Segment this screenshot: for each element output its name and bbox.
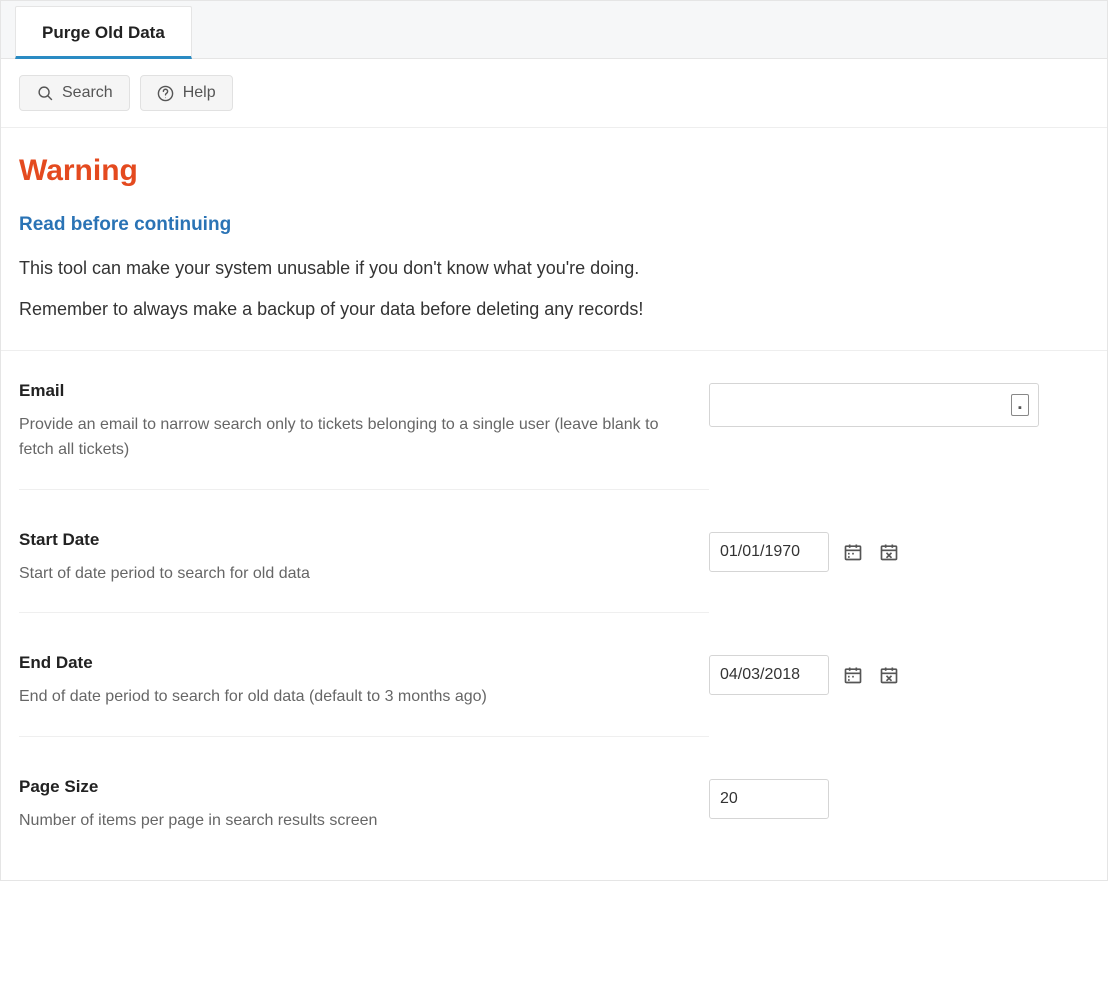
page-size-label: Page Size <box>19 777 679 797</box>
row-end-date-left: End Date End of date period to search fo… <box>19 653 709 737</box>
row-start-date-right <box>709 530 1089 614</box>
row-start-date-left: Start Date Start of date period to searc… <box>19 530 709 614</box>
row-page-size-right <box>709 777 1089 860</box>
search-button-label: Search <box>62 84 113 102</box>
row-end-date-right <box>709 653 1089 737</box>
end-date-group <box>709 655 1089 695</box>
warning-section: Warning Read before continuing This tool… <box>1 128 1107 351</box>
email-label: Email <box>19 381 679 401</box>
search-button[interactable]: Search <box>19 75 130 111</box>
calendar-icon[interactable] <box>841 663 865 687</box>
start-date-label: Start Date <box>19 530 679 550</box>
row-email-left: Email Provide an email to narrow search … <box>19 381 709 490</box>
page-container: Purge Old Data Search Help Warn <box>0 0 1108 881</box>
row-page-size-left: Page Size Number of items per page in se… <box>19 777 709 860</box>
email-input-wrap: ▪ <box>709 383 1039 427</box>
email-help: Provide an email to narrow search only t… <box>19 413 679 463</box>
tab-label: Purge Old Data <box>42 23 165 42</box>
help-button-label: Help <box>183 84 216 102</box>
help-icon <box>157 84 175 102</box>
clear-date-icon[interactable] <box>877 663 901 687</box>
end-date-label: End Date <box>19 653 679 673</box>
start-date-help: Start of date period to search for old d… <box>19 562 679 587</box>
tab-bar: Purge Old Data <box>1 1 1107 59</box>
row-page-size: Page Size Number of items per page in se… <box>1 737 1107 860</box>
warning-subtitle: Read before continuing <box>19 214 1089 236</box>
help-button[interactable]: Help <box>140 75 233 111</box>
toolbar: Search Help <box>1 59 1107 128</box>
end-date-help: End of date period to search for old dat… <box>19 685 679 710</box>
row-email: Email Provide an email to narrow search … <box>1 357 1107 490</box>
warning-text-2: Remember to always make a backup of your… <box>19 299 1089 320</box>
row-end-date: End Date End of date period to search fo… <box>1 613 1107 737</box>
page-size-help: Number of items per page in search resul… <box>19 809 679 834</box>
form-area: Email Provide an email to narrow search … <box>1 351 1107 880</box>
start-date-group <box>709 532 1089 572</box>
warning-title: Warning <box>19 154 1089 188</box>
start-date-field[interactable] <box>709 532 829 572</box>
row-start-date: Start Date Start of date period to searc… <box>1 490 1107 614</box>
warning-text-1: This tool can make your system unusable … <box>19 258 1089 279</box>
tab-purge-old-data[interactable]: Purge Old Data <box>15 6 192 59</box>
end-date-field[interactable] <box>709 655 829 695</box>
row-email-right: ▪ <box>709 381 1089 490</box>
clear-date-icon[interactable] <box>877 540 901 564</box>
contact-card-icon: ▪ <box>1011 394 1029 416</box>
search-icon <box>36 84 54 102</box>
email-field[interactable] <box>709 383 1039 427</box>
page-size-field[interactable] <box>709 779 829 819</box>
calendar-icon[interactable] <box>841 540 865 564</box>
